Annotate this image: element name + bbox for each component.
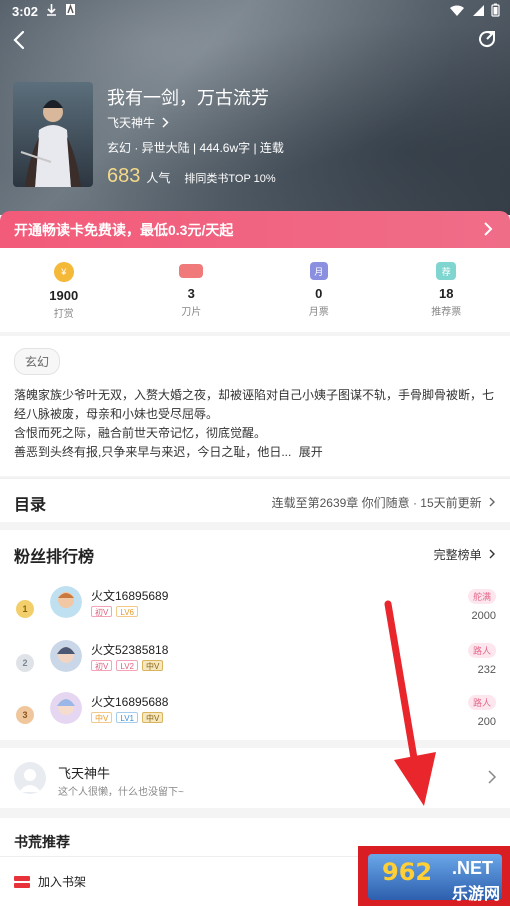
expand-link[interactable]: 展开 [299, 445, 323, 459]
site-watermark-logo: 962 .NET 乐游网 [358, 846, 510, 906]
popularity-row: 683 人气 排同类书TOP 10% [107, 165, 276, 188]
level-badge: LV1 [116, 712, 138, 723]
chevron-right-icon [488, 770, 497, 784]
vip-badge: 中V [91, 712, 113, 723]
fan-badges: 初V LV2 中V [91, 660, 164, 671]
wifi-icon [450, 4, 464, 16]
full-ranking-link[interactable]: 完整榜单 [434, 546, 496, 563]
watermark-number: 962 [382, 858, 433, 886]
popularity-label: 人气 [146, 171, 171, 185]
signal-icon [473, 4, 484, 16]
promo-text: 开通畅读卡免费读，最低0.3元/天起 [14, 221, 234, 238]
stat-recommend-ticket[interactable]: 荐 18 推荐票 [383, 248, 510, 332]
toc-update-text: 连载至第2639章 你们随意 · 15天前更新 [271, 496, 482, 510]
stat-blade[interactable]: 3 刀片 [128, 248, 256, 332]
recommend-title: 书荒推荐 [14, 834, 70, 850]
chevron-right-icon [489, 549, 495, 559]
stat-value: 1900 [49, 288, 79, 303]
app-notification-icon [66, 3, 75, 15]
fan-score: 232 [477, 664, 496, 676]
rank-medal-icon: 3 [16, 706, 34, 724]
fan-title-badge: 舵满 [467, 589, 496, 604]
stat-reward[interactable]: ¥ 1900 打赏 [0, 248, 128, 332]
stat-monthly-ticket[interactable]: 月 0 月票 [255, 248, 383, 332]
fan-title-badge: 路人 [467, 643, 496, 658]
book-cover-art [13, 82, 93, 187]
avatar [50, 640, 82, 672]
level-badge: LV6 [116, 606, 138, 617]
default-avatar-icon [19, 769, 41, 792]
description-line-text: 善恶到头终有报,只争来早与来迟，今日之耻，他日... [14, 445, 292, 459]
stat-label: 月票 [308, 307, 329, 318]
chevron-right-icon [484, 222, 493, 236]
stats-bar: ¥ 1900 打赏 3 刀片 月 0 月票 荐 18 推荐票 [0, 248, 510, 332]
fan-name: 火文16895689 [91, 589, 169, 603]
description-text[interactable]: 落魄家族少爷叶无双，入赘大婚之夜，却被诬陷对自己小姨子图谋不轨，手骨脚骨被断，七… [14, 386, 496, 462]
book-header: 3:02 我有一剑，万古流芳 飞天神牛 玄幻 · 异世大陆 | 444.6w字 … [0, 0, 510, 215]
vip-badge: 初V [91, 660, 113, 671]
stat-label: 推荐票 [431, 307, 462, 318]
bookshelf-icon [14, 875, 30, 888]
share-icon[interactable] [476, 28, 498, 50]
rank-text: 排同类书TOP 10% [184, 173, 276, 185]
fan-badges: 初V LV6 [91, 606, 138, 617]
avatar [14, 762, 46, 794]
toc-update-info: 连载至第2639章 你们随意 · 15天前更新 [272, 494, 496, 511]
table-of-contents-row[interactable]: 目录 连载至第2639章 你们随意 · 15天前更新 [0, 478, 510, 522]
avatar [50, 692, 82, 724]
rank-medal-icon: 1 [16, 600, 34, 618]
avatar [50, 586, 82, 618]
status-time: 3:02 [12, 4, 39, 19]
recommend-ticket-icon: 荐 [436, 262, 457, 280]
description-line: 含恨而死之际，融合前世天帝记忆，彻底觉醒。 [14, 426, 267, 440]
popularity-value: 683 [107, 165, 141, 187]
fan-score: 200 [477, 716, 496, 728]
description-line: 善恶到头终有报,只争来早与来迟，今日之耻，他日... 展开 [14, 443, 496, 462]
status-bar: 3:02 [0, 0, 510, 24]
stat-value: 3 [187, 286, 195, 301]
stat-label: 刀片 [181, 307, 202, 318]
watermark-net: .NET [452, 858, 494, 878]
fan-ranking-title: 粉丝排行榜 [14, 549, 95, 566]
stat-value: 0 [315, 286, 323, 301]
monthly-ticket-icon: 月 [309, 262, 328, 280]
battery-icon [491, 3, 500, 17]
download-icon [47, 4, 56, 16]
book-cover[interactable] [13, 82, 93, 187]
chevron-right-icon [162, 117, 169, 128]
description-line: 落魄家族少爷叶无双，入赘大婚之夜，却被诬陷对自己小姨子图谋不轨，手骨脚骨被断，七… [14, 388, 495, 421]
book-meta: 玄幻 · 异世大陆 | 444.6w字 | 连载 [107, 141, 284, 155]
back-button[interactable] [8, 28, 32, 52]
fan-name: 火文16895688 [91, 695, 169, 709]
rank-medal-icon: 2 [16, 654, 34, 672]
reward-icon: ¥ [53, 262, 74, 282]
fan-score: 2000 [471, 610, 496, 622]
fan-badges: 中V LV1 中V [91, 712, 164, 723]
watermark-panel: 962 .NET 乐游网 [368, 854, 502, 903]
blade-icon [179, 264, 204, 278]
stat-value: 18 [439, 286, 454, 301]
watermark-site-name: 乐游网 [452, 886, 501, 903]
vip-badge: 初V [91, 606, 113, 617]
fan-title-badge: 路人 [467, 695, 496, 710]
level-badge: LV2 [116, 660, 138, 671]
chevron-right-icon [489, 497, 495, 507]
genre-tag[interactable]: 玄幻 [14, 348, 61, 375]
vip-promo-banner[interactable]: 开通畅读卡免费读，最低0.3元/天起 [0, 211, 510, 248]
author-signature: 这个人很懒，什么也没留下~ [58, 787, 184, 798]
author-link[interactable]: 飞天神牛 [107, 114, 169, 131]
member-badge: 中V [141, 712, 164, 723]
fan-name: 火文52385818 [91, 643, 169, 657]
annotation-arrow-icon [384, 600, 436, 806]
book-title: 我有一剑，万古流芳 [107, 88, 269, 108]
add-to-shelf-label: 加入书架 [38, 875, 87, 889]
full-ranking-label: 完整榜单 [433, 548, 482, 562]
toc-title: 目录 [14, 497, 47, 514]
stat-label: 打赏 [53, 309, 74, 320]
add-to-shelf-button[interactable]: 加入书架 [14, 873, 86, 890]
author-name: 飞天神牛 [58, 766, 111, 781]
author-name: 飞天神牛 [107, 116, 156, 130]
description-card: 玄幻 落魄家族少爷叶无双，入赘大婚之夜，却被诬陷对自己小姨子图谋不轨，手骨脚骨被… [0, 336, 510, 476]
member-badge: 中V [141, 660, 164, 671]
